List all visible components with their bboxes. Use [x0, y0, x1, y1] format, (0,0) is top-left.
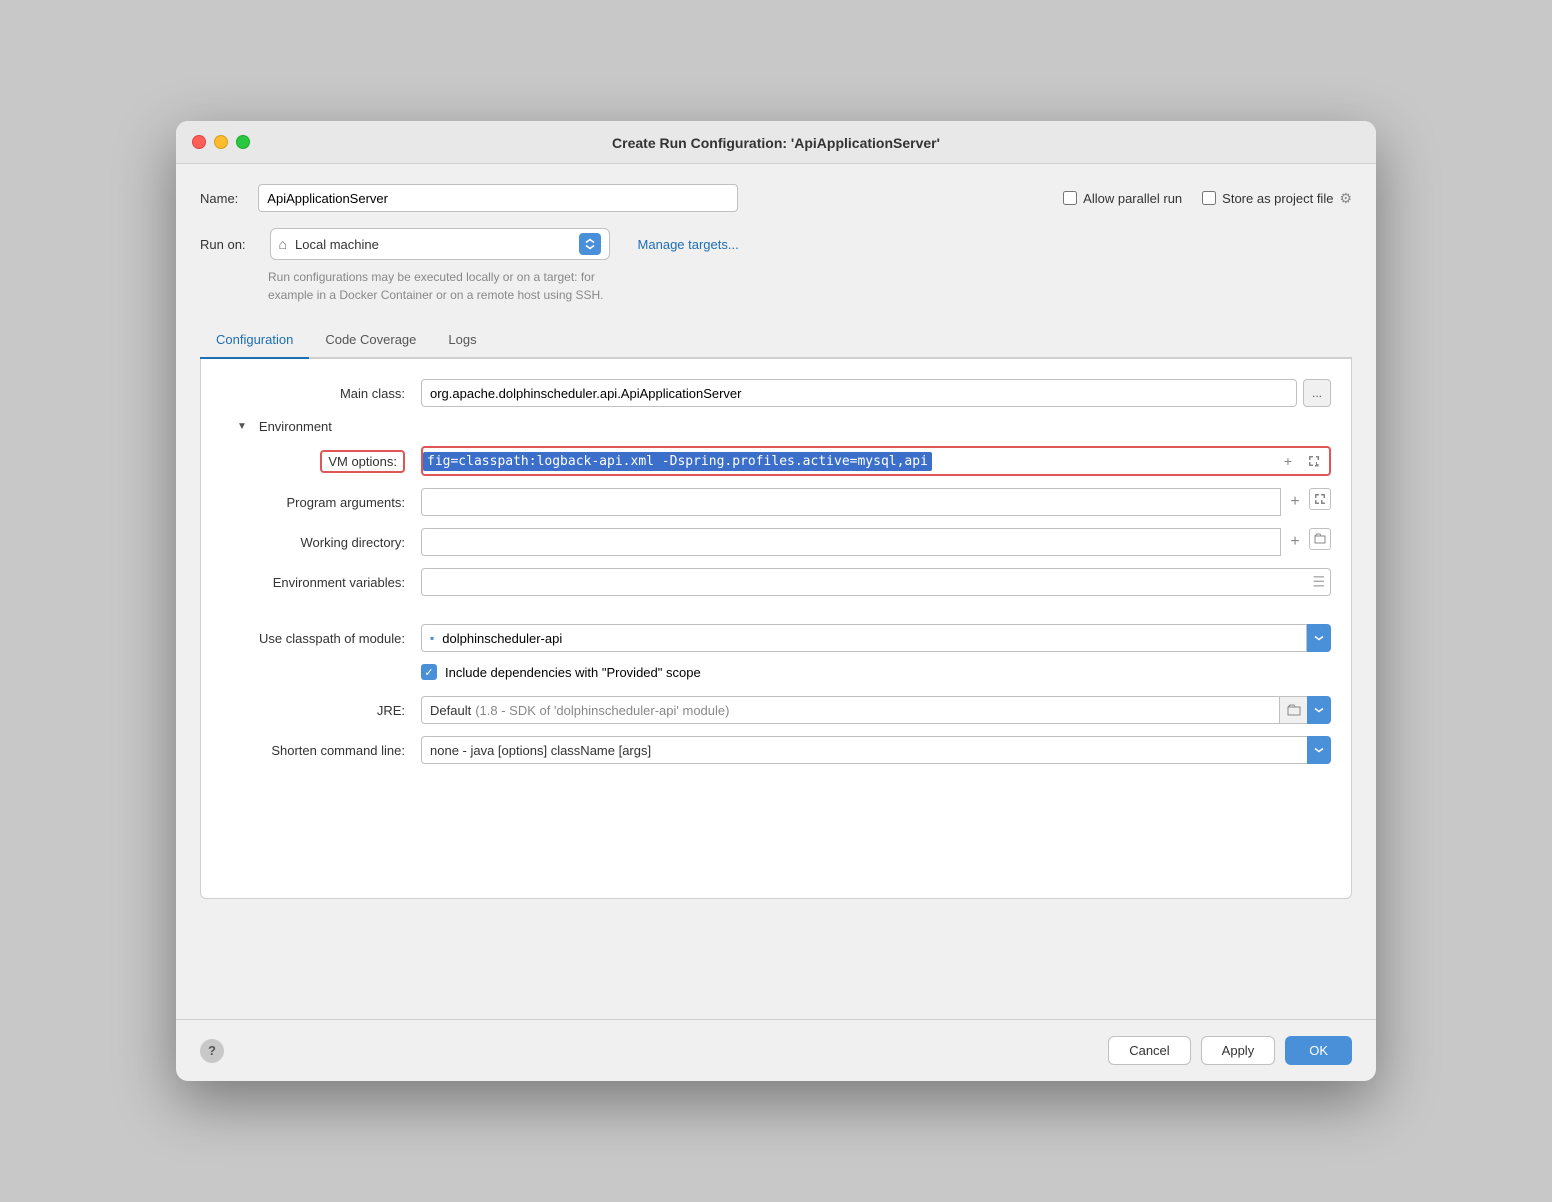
classpath-label: Use classpath of module:: [221, 631, 421, 646]
name-row: Name: Allow parallel run Store as projec…: [200, 184, 1352, 212]
jre-select[interactable]: Default (1.8 - SDK of 'dolphinscheduler-…: [421, 696, 1279, 724]
main-class-input[interactable]: [421, 379, 1297, 407]
vm-options-icons: +: [1277, 450, 1325, 472]
vm-options-input-wrapper: fig=classpath:logback-api.xml -Dspring.p…: [421, 446, 1331, 476]
vm-options-label: VM options:: [320, 450, 405, 473]
include-deps-row: ✓ Include dependencies with "Provided" s…: [221, 664, 1331, 680]
vm-options-row: VM options: fig=classpath:logback-api.xm…: [221, 446, 1331, 476]
env-vars-input-wrapper: ☰: [421, 568, 1331, 596]
gear-icon[interactable]: ⚙: [1339, 190, 1352, 207]
jre-row: JRE: Default (1.8 - SDK of 'dolphinsched…: [221, 696, 1331, 724]
allow-parallel-item: Allow parallel run: [1063, 191, 1182, 206]
tab-code-coverage[interactable]: Code Coverage: [309, 324, 432, 359]
working-dir-input-group: +: [421, 528, 1331, 556]
program-args-input-group: +: [421, 488, 1331, 516]
vm-options-add-icon[interactable]: +: [1277, 450, 1299, 472]
close-button[interactable]: [192, 135, 206, 149]
shorten-command-line-row: Shorten command line: none - java [optio…: [221, 736, 1331, 764]
working-dir-add-icon[interactable]: +: [1281, 528, 1309, 556]
traffic-lights: [192, 135, 250, 149]
run-on-hint: Run configurations may be executed local…: [268, 268, 1352, 304]
cancel-button[interactable]: Cancel: [1108, 1036, 1190, 1065]
program-args-input[interactable]: [421, 488, 1281, 516]
env-vars-row: Environment variables: ☰: [221, 568, 1331, 596]
env-vars-input[interactable]: [421, 568, 1331, 596]
tab-logs[interactable]: Logs: [432, 324, 492, 359]
classpath-dropdown-button[interactable]: [1307, 624, 1331, 652]
jre-buttons: [1279, 696, 1331, 724]
store-project-label: Store as project file: [1222, 191, 1333, 206]
run-on-text: Local machine: [295, 237, 571, 252]
include-deps-label: Include dependencies with "Provided" sco…: [445, 665, 701, 680]
program-args-expand-icon[interactable]: [1309, 488, 1331, 510]
main-class-label: Main class:: [221, 386, 421, 401]
maximize-button[interactable]: [236, 135, 250, 149]
environment-section-title: Environment: [259, 419, 332, 434]
working-dir-label: Working directory:: [221, 535, 421, 550]
env-vars-label: Environment variables:: [221, 575, 421, 590]
jre-label: JRE:: [221, 703, 421, 718]
name-label: Name:: [200, 191, 238, 206]
environment-section-header: ▼ Environment: [221, 419, 1331, 434]
allow-parallel-label: Allow parallel run: [1083, 191, 1182, 206]
manage-targets-link[interactable]: Manage targets...: [638, 237, 739, 252]
jre-default-text: Default: [430, 703, 471, 718]
main-class-browse-button[interactable]: ...: [1303, 379, 1331, 407]
tab-configuration[interactable]: Configuration: [200, 324, 309, 359]
help-button[interactable]: ?: [200, 1039, 224, 1063]
working-dir-input[interactable]: [421, 528, 1281, 556]
house-icon: ⌂: [279, 236, 287, 252]
jre-folder-button[interactable]: [1279, 696, 1307, 724]
run-on-select[interactable]: ⌂ Local machine: [270, 228, 610, 260]
shorten-label: Shorten command line:: [221, 743, 421, 758]
dialog: Create Run Configuration: 'ApiApplicatio…: [176, 121, 1376, 1081]
footer-buttons: Cancel Apply OK: [1108, 1036, 1352, 1065]
collapse-triangle-icon[interactable]: ▼: [237, 421, 247, 432]
vm-options-expand-icon[interactable]: [1303, 450, 1325, 472]
shorten-value-text: none - java [options] className [args]: [430, 743, 651, 758]
jre-detail-text: (1.8 - SDK of 'dolphinscheduler-api' mod…: [475, 703, 729, 718]
classpath-row: Use classpath of module: ▪ dolphinschedu…: [221, 624, 1331, 652]
run-on-row: Run on: ⌂ Local machine Manage targets..…: [200, 228, 1352, 260]
titlebar: Create Run Configuration: 'ApiApplicatio…: [176, 121, 1376, 164]
classpath-value: dolphinscheduler-api: [442, 631, 562, 646]
classpath-select[interactable]: ▪ dolphinscheduler-api: [421, 624, 1307, 652]
run-on-label: Run on:: [200, 237, 246, 252]
jre-dropdown-button[interactable]: [1307, 696, 1331, 724]
shorten-select[interactable]: none - java [options] className [args]: [421, 736, 1307, 764]
vm-options-selected-text[interactable]: fig=classpath:logback-api.xml -Dspring.p…: [423, 452, 932, 471]
ok-button[interactable]: OK: [1285, 1036, 1352, 1065]
apply-button[interactable]: Apply: [1201, 1036, 1276, 1065]
footer: ? Cancel Apply OK: [176, 1019, 1376, 1081]
dialog-title: Create Run Configuration: 'ApiApplicatio…: [612, 135, 940, 151]
shorten-select-wrapper: none - java [options] className [args]: [421, 736, 1331, 764]
include-deps-checkbox[interactable]: ✓: [421, 664, 437, 680]
name-input[interactable]: [258, 184, 738, 212]
working-dir-row: Working directory: +: [221, 528, 1331, 556]
configuration-panel: Main class: ... ▼ Environment VM options…: [200, 359, 1352, 899]
vm-options-label-wrapper: VM options:: [221, 450, 421, 473]
jre-select-wrapper: Default (1.8 - SDK of 'dolphinscheduler-…: [421, 696, 1331, 724]
allow-parallel-checkbox[interactable]: [1063, 191, 1077, 205]
main-class-row: Main class: ...: [221, 379, 1331, 407]
store-project-item: Store as project file ⚙: [1202, 190, 1352, 207]
shorten-dropdown-button[interactable]: [1307, 736, 1331, 764]
program-args-add-icon[interactable]: +: [1281, 488, 1309, 516]
program-args-row: Program arguments: +: [221, 488, 1331, 516]
tab-bar: Configuration Code Coverage Logs: [200, 324, 1352, 359]
run-on-chevron-icon[interactable]: [579, 233, 601, 255]
working-dir-browse-icon[interactable]: [1309, 528, 1331, 550]
header-checkboxes: Allow parallel run Store as project file…: [1063, 190, 1352, 207]
dialog-content: Name: Allow parallel run Store as projec…: [176, 164, 1376, 1019]
store-project-checkbox[interactable]: [1202, 191, 1216, 205]
minimize-button[interactable]: [214, 135, 228, 149]
module-icon: ▪: [430, 631, 434, 645]
env-vars-list-icon[interactable]: ☰: [1312, 574, 1325, 591]
shorten-buttons: [1307, 736, 1331, 764]
program-args-label: Program arguments:: [221, 495, 421, 510]
classpath-select-group: ▪ dolphinscheduler-api: [421, 624, 1331, 652]
